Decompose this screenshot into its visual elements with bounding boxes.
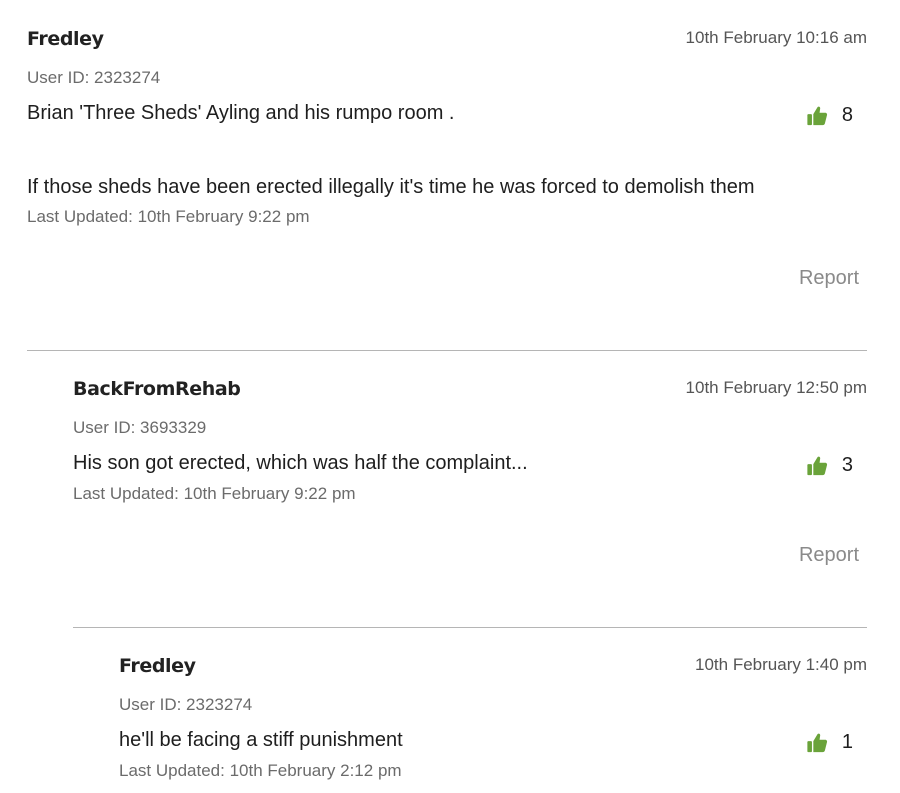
last-updated: Last Updated: 10th February 9:22 pm	[73, 484, 356, 503]
user-id: User ID: 2323274	[27, 68, 161, 87]
comment-body: His son got erected, which was half the …	[73, 451, 528, 475]
comment-timestamp: 10th February 1:40 pm	[695, 655, 867, 674]
comment-timestamp: 10th February 10:16 am	[685, 28, 867, 47]
report-link[interactable]: Report	[799, 267, 859, 290]
report-link[interactable]: Report	[799, 544, 859, 567]
thumbs-up-icon[interactable]	[806, 105, 828, 127]
comment-body-line: If those sheds have been erected illegal…	[27, 176, 755, 198]
divider	[73, 627, 867, 628]
thumbs-up-icon[interactable]	[806, 455, 828, 477]
last-updated: Last Updated: 10th February 2:12 pm	[119, 761, 402, 780]
user-id: User ID: 3693329	[73, 418, 207, 437]
divider	[27, 350, 867, 351]
last-updated: Last Updated: 10th February 9:22 pm	[27, 207, 310, 226]
comment-body: he'll be facing a stiff punishment	[119, 728, 403, 752]
like-count: 8	[841, 104, 853, 126]
comment-author[interactable]: BackFromRehab	[73, 378, 241, 400]
like-button[interactable]: 3	[806, 454, 853, 477]
comment-author[interactable]: Fredley	[119, 655, 196, 677]
thumbs-up-icon[interactable]	[806, 732, 828, 754]
comment-body-line: Brian 'Three Sheds' Ayling and his rumpo…	[27, 102, 455, 124]
like-button[interactable]: 1	[806, 731, 853, 754]
like-count: 3	[841, 454, 853, 476]
comment-author[interactable]: Fredley	[27, 28, 104, 50]
comment-body-line: he'll be facing a stiff punishment	[119, 729, 403, 751]
comment-body: Brian 'Three Sheds' Ayling and his rumpo…	[27, 101, 755, 199]
like-button[interactable]: 8	[806, 104, 853, 127]
like-count: 1	[841, 731, 853, 753]
comment-body-line: His son got erected, which was half the …	[73, 452, 528, 474]
user-id: User ID: 2323274	[119, 695, 253, 714]
comment-timestamp: 10th February 12:50 pm	[685, 378, 867, 397]
